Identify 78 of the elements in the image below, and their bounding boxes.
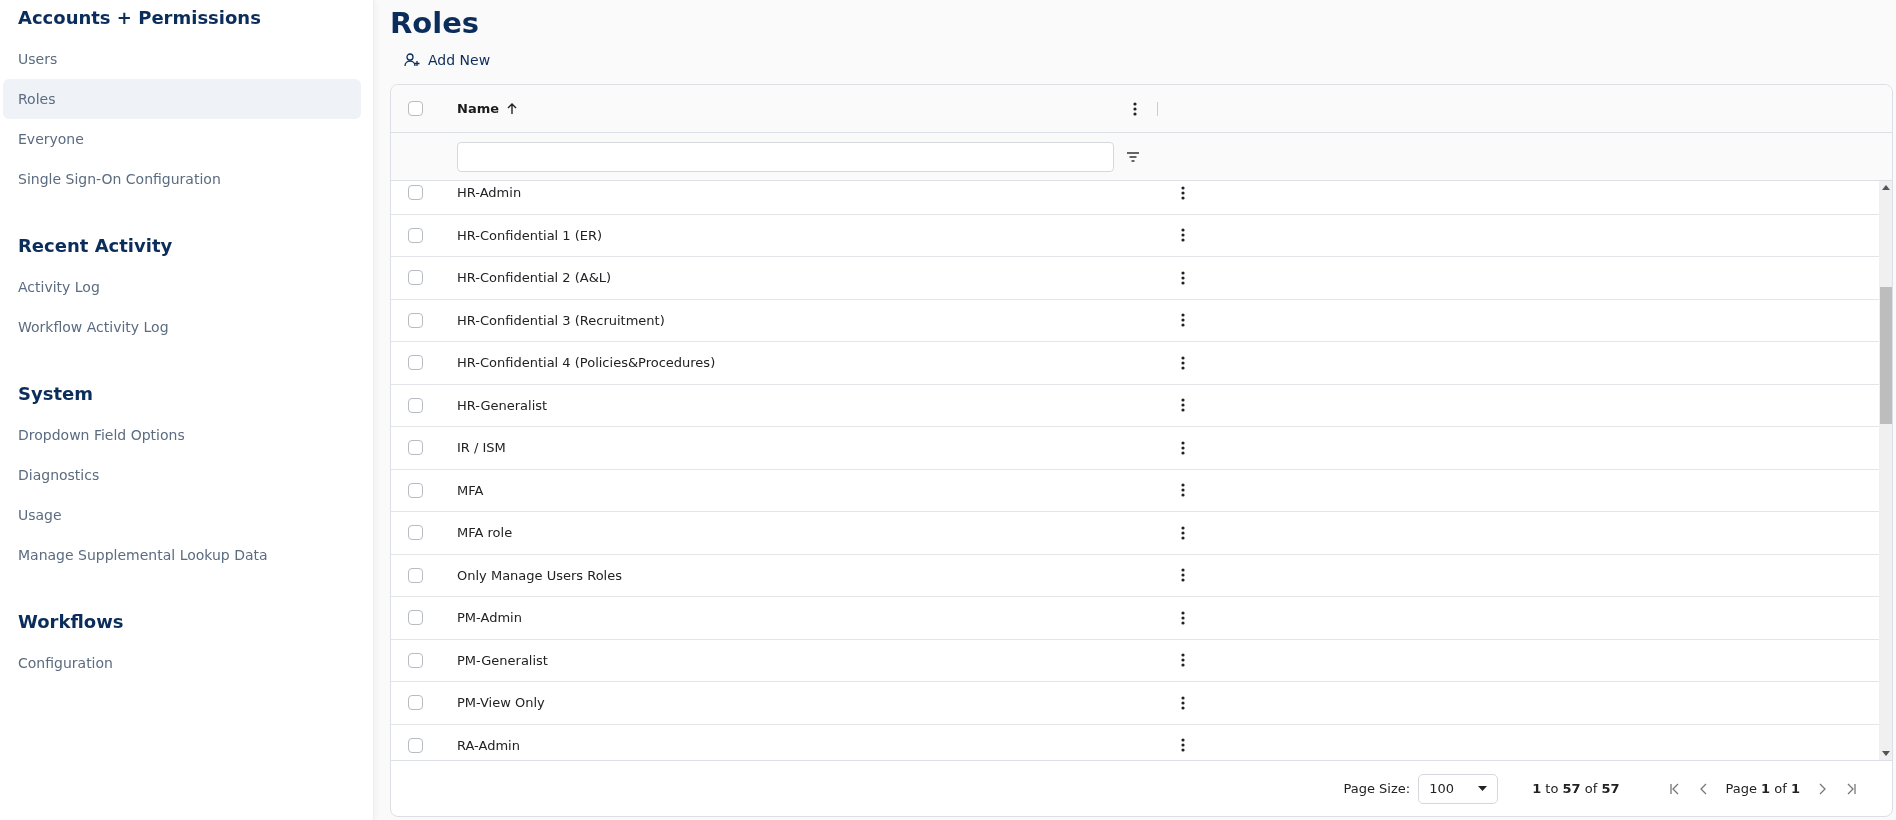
sidebar-item[interactable]: Usage [3,495,361,535]
checkbox[interactable] [408,312,423,328]
checkbox[interactable] [408,227,423,243]
checkbox[interactable] [408,397,423,413]
checkbox[interactable] [408,610,423,626]
sidebar-item[interactable]: Configuration [3,643,361,683]
page-title: Roles [390,5,481,42]
row-menu-icon[interactable] [1181,738,1185,753]
role-name: PM-Admin [457,610,523,626]
role-name: HR-Admin [457,185,523,201]
role-name: MFA role [457,525,514,541]
sidebar-heading: System [17,382,94,406]
row-menu-icon[interactable] [1181,355,1185,370]
row-menu-icon[interactable] [1181,483,1185,498]
chevron-left-icon [1699,782,1708,795]
checkbox[interactable] [408,355,423,371]
sidebar-item[interactable]: Workflow Activity Log [3,307,361,347]
checkbox[interactable] [408,101,423,116]
role-name: PM-Generalist [457,652,549,668]
add-user-icon [404,52,420,68]
row-menu-icon[interactable] [1181,653,1185,668]
scroll-up-icon[interactable] [1881,185,1890,190]
checkbox[interactable] [408,652,423,668]
checkbox[interactable] [408,567,423,583]
filter-input[interactable] [457,141,1114,172]
sidebar-item[interactable]: Diagnostics [3,455,361,495]
last-page-icon [1846,782,1856,795]
add-new-button[interactable]: Add New [390,44,505,76]
row-menu-icon[interactable] [1181,610,1185,625]
first-page-icon [1669,782,1680,795]
role-name: PM-View Only [457,695,546,711]
sidebar-item[interactable]: Everyone [3,119,361,159]
sidebar-heading: Workflows [17,610,125,634]
checkbox[interactable] [408,482,423,498]
role-name: HR-Confidential 4 (Policies&Procedures) [457,355,717,371]
row-menu-icon[interactable] [1181,525,1185,540]
checkbox[interactable] [408,440,423,456]
page-indicator: Page 1 of 1 [1725,781,1800,796]
checkbox[interactable] [408,695,423,711]
checkbox[interactable] [408,185,423,201]
row-menu-icon[interactable] [1181,568,1185,583]
checkbox[interactable] [408,737,423,753]
row-menu-icon[interactable] [1181,313,1185,328]
role-name: HR-Generalist [457,397,549,413]
sidebar-item[interactable]: Single Sign-On Configuration [3,159,361,199]
checkbox[interactable] [408,525,423,541]
role-name: IR / ISM [457,440,507,456]
role-name: Only Manage Users Roles [457,567,623,583]
scroll-down-icon[interactable] [1881,751,1890,756]
column-menu-icon[interactable] [1133,101,1137,116]
role-name: MFA [457,482,485,498]
dropdown-caret-icon [1478,786,1488,791]
checkbox[interactable] [408,270,423,286]
sidebar-item[interactable]: Dropdown Field Options [3,415,361,455]
page-size-select[interactable]: 100 [1418,773,1499,804]
row-menu-icon[interactable] [1181,270,1185,285]
sidebar-item[interactable]: Manage Supplemental Lookup Data [3,535,361,575]
row-menu-icon[interactable] [1181,185,1185,200]
scroll-thumb[interactable] [1879,287,1892,424]
column-header[interactable]: Name [457,101,1133,116]
row-menu-icon[interactable] [1181,228,1185,243]
page-size-label: Page Size: [1343,781,1411,796]
sidebar-heading: Recent Activity [17,234,174,258]
scrollbar[interactable] [1879,181,1892,760]
chevron-right-icon [1818,782,1826,795]
row-menu-icon[interactable] [1181,440,1185,455]
row-menu-icon[interactable] [1181,398,1185,413]
sidebar-item[interactable]: Activity Log [3,267,361,307]
role-name: HR-Confidential 2 (A&L) [457,270,613,286]
role-name: RA-Admin [457,737,521,753]
sidebar-item[interactable]: Roles [3,79,361,119]
filter-icon[interactable] [1126,151,1140,162]
row-range-text: 1 to 57 of 57 [1532,781,1620,796]
role-name: HR-Confidential 3 (Recruitment) [457,312,666,328]
role-name: HR-Confidential 1 (ER) [457,227,604,243]
row-menu-icon[interactable] [1181,695,1185,710]
sidebar-heading: Accounts + Permissions [17,6,262,30]
sidebar-item[interactable]: Users [3,39,361,79]
